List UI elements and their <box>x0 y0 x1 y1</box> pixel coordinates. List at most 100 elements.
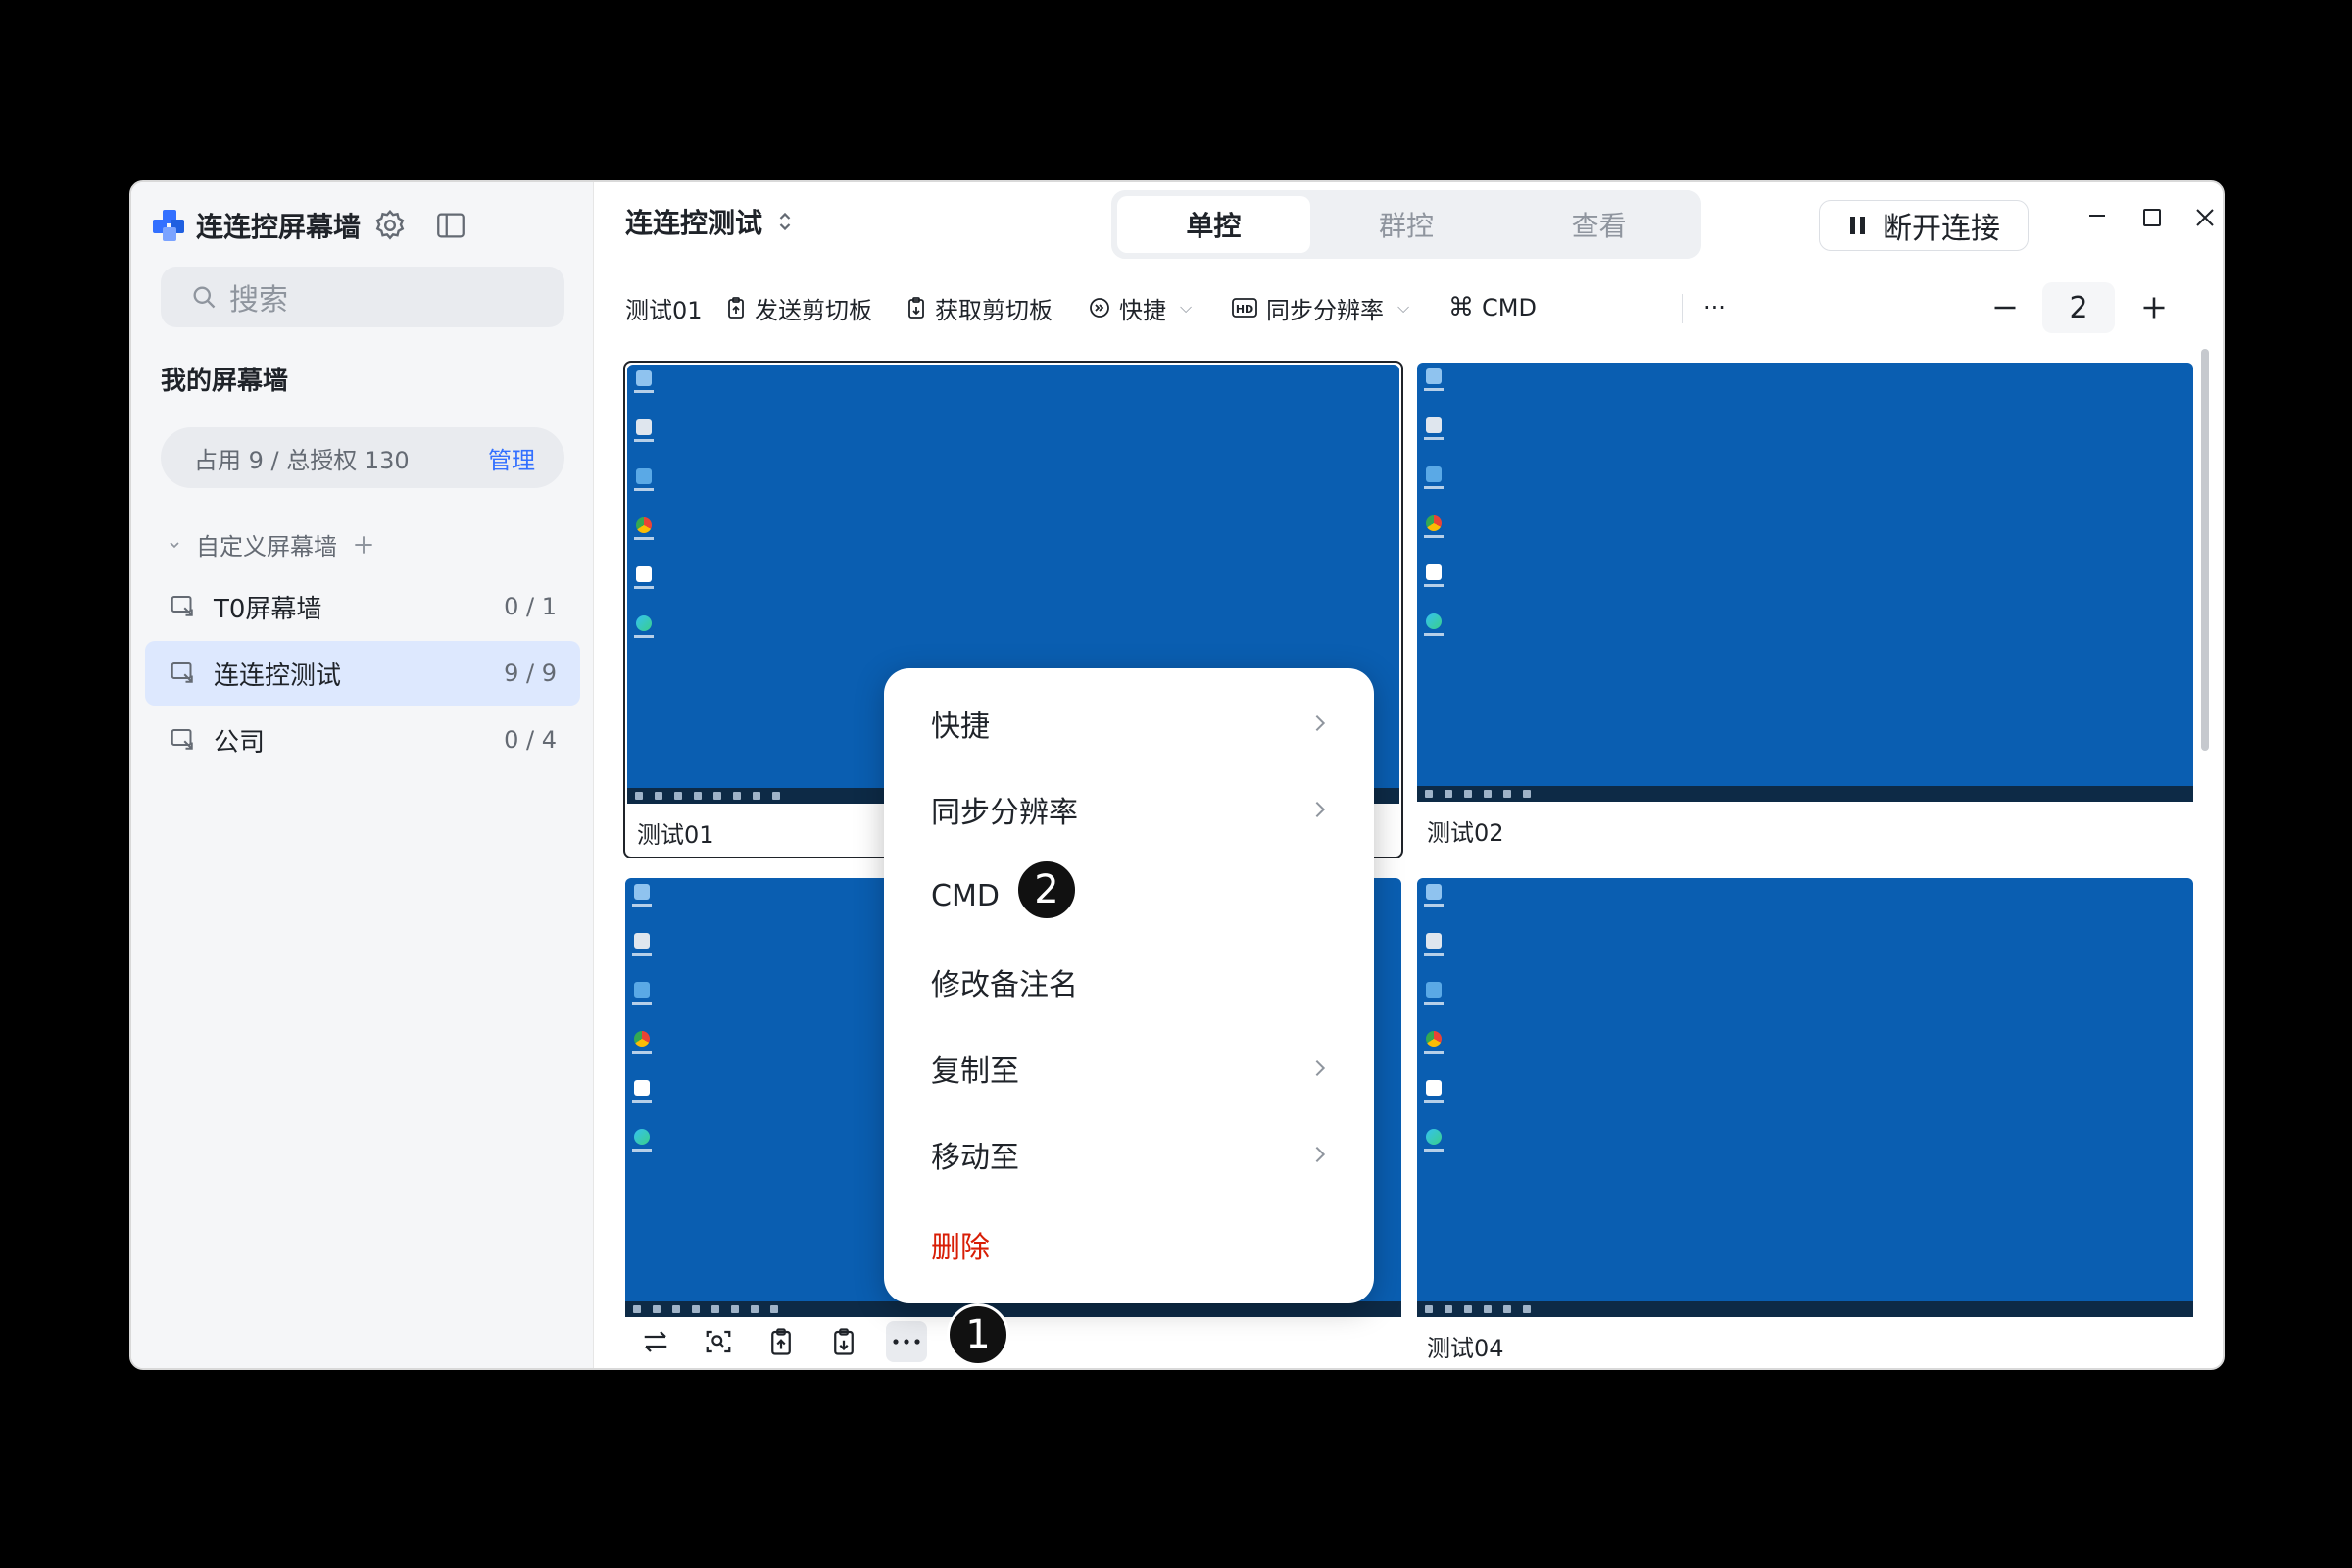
cmd-label: CMD <box>1482 294 1537 321</box>
computer-icon <box>1423 368 1445 396</box>
custom-wall-group[interactable]: 自定义屏幕墙 <box>167 527 376 562</box>
step-badge-1: 1 <box>947 1303 1009 1366</box>
app-icon <box>1423 564 1445 592</box>
chevron-right-icon <box>1315 1146 1326 1163</box>
card-more-button[interactable] <box>886 1321 927 1362</box>
remote-desktop-preview[interactable] <box>1417 363 2193 802</box>
brand: 连连控屏幕墙 <box>153 204 361 247</box>
clipboard-download-icon <box>834 1328 854 1355</box>
taskbar <box>1417 1301 2193 1317</box>
menu-item-copy-to[interactable]: 复制至 <box>884 1033 1374 1103</box>
computer-icon <box>633 370 655 398</box>
switch-arrows-icon <box>644 1331 667 1352</box>
get-clipboard-card-button[interactable] <box>823 1321 864 1362</box>
chrome-icon <box>1423 515 1445 543</box>
screen-label: 测试04 <box>1427 1335 1504 1362</box>
menu-item-rename[interactable]: 修改备注名 <box>884 947 1374 1017</box>
menu-item-sync-resolution[interactable]: 同步分辨率 <box>884 774 1374 845</box>
chrome-icon <box>631 1031 653 1058</box>
chevron-right-icon <box>1315 801 1326 818</box>
app-icon <box>633 566 655 594</box>
manage-link[interactable]: 管理 <box>488 441 535 475</box>
desktop-icons <box>631 884 653 1156</box>
menu-item-move-to[interactable]: 移动至 <box>884 1119 1374 1190</box>
screen-grid: 测试01 测试02 测试04 <box>623 361 2207 1368</box>
sort-updown-icon <box>779 212 791 231</box>
menu-label: 快捷 <box>931 710 990 744</box>
recycle-bin-icon <box>631 933 653 960</box>
tab-view[interactable]: 查看 <box>1502 196 1695 253</box>
chevron-down-icon <box>170 541 179 548</box>
search-icon <box>193 286 216 309</box>
brand-title: 连连控屏幕墙 <box>196 211 362 243</box>
group-label: 自定义屏幕墙 <box>196 533 337 561</box>
more-button[interactable]: ··· <box>1703 288 1726 327</box>
edge-icon <box>631 1129 653 1156</box>
tab-group-control[interactable]: 群控 <box>1310 196 1503 253</box>
tab-single-control[interactable]: 单控 <box>1117 196 1310 253</box>
switch-button[interactable] <box>635 1321 676 1362</box>
maximize-icon[interactable] <box>2129 194 2176 241</box>
desktop-icons <box>633 370 655 643</box>
screen-card[interactable]: 测试02 <box>1415 361 2195 858</box>
cmd-button[interactable]: ⌘ CMD <box>1448 288 1537 327</box>
main-panel: 连连控测试 单控 群控 查看 断开连接 测试01 发送剪切板 获取剪切板 快捷 … <box>594 182 2223 1368</box>
sync-resolution-label: 同步分辨率 <box>1266 296 1384 324</box>
send-clipboard-label: 发送剪切板 <box>755 296 872 324</box>
zoom-value[interactable]: 2 <box>2042 282 2115 333</box>
send-clipboard-card-button[interactable] <box>760 1321 802 1362</box>
wall-selector[interactable]: 连连控测试 <box>625 202 794 241</box>
sidebar-toggle-icon[interactable] <box>431 206 470 245</box>
get-clipboard-button[interactable]: 获取剪切板 <box>906 288 1053 327</box>
menu-label: CMD <box>931 878 1000 913</box>
chevron-right-icon <box>1315 1059 1326 1077</box>
menu-item-shortcut[interactable]: 快捷 <box>884 688 1374 759</box>
taskbar <box>625 1301 1401 1317</box>
svg-text:HD: HD <box>1236 303 1253 316</box>
wall-item-lianliankong-test[interactable]: 连连控测试 9 / 9 <box>145 641 580 706</box>
disconnect-button[interactable]: 断开连接 <box>1819 200 2029 251</box>
wall-item-company[interactable]: 公司 0 / 4 <box>145 708 580 772</box>
chrome-icon <box>633 517 655 545</box>
minimize-icon[interactable] <box>2074 194 2121 241</box>
sync-resolution-dropdown[interactable]: HD 同步分辨率 ⌵ <box>1231 288 1409 327</box>
screenshot-button[interactable] <box>698 1321 739 1362</box>
scan-search-icon <box>706 1330 731 1353</box>
menu-item-cmd[interactable]: CMD <box>884 860 1374 931</box>
wall-name: T0屏幕墙 <box>214 594 322 624</box>
clipboard-upload-icon <box>771 1328 791 1355</box>
toolbar-divider <box>1682 294 1683 323</box>
pause-icon <box>1850 217 1865 234</box>
chevron-right-icon <box>1315 714 1326 732</box>
remote-desktop-preview[interactable] <box>1417 878 2193 1317</box>
section-title: 我的屏幕墙 <box>161 367 289 396</box>
add-icon[interactable] <box>351 532 376 558</box>
wall-item-t0[interactable]: T0屏幕墙 0 / 1 <box>145 574 580 639</box>
search-input[interactable]: 搜索 <box>161 267 564 327</box>
quota-text: 占用 9 / 总授权 130 <box>194 446 410 474</box>
edge-icon <box>1423 1129 1445 1156</box>
gear-icon[interactable] <box>370 206 410 245</box>
wall-count: 0 / 4 <box>504 726 557 754</box>
wall-name: 公司 <box>214 727 266 758</box>
context-menu: 快捷 同步分辨率 CMD 修改备注名 复制至 移动至 删除 <box>884 668 1374 1303</box>
screen-card[interactable]: 测试04 <box>1415 876 2195 1368</box>
menu-label: 同步分辨率 <box>931 796 1078 830</box>
more-dots-icon <box>893 1339 920 1345</box>
device-name: 测试01 <box>625 296 703 324</box>
close-icon[interactable] <box>2181 194 2223 241</box>
computer-icon <box>631 884 653 911</box>
wall-title: 连连控测试 <box>625 207 763 239</box>
toolbar: 测试01 发送剪切板 获取剪切板 快捷 ⌵ HD 同步分辨率 ⌵ ⌘ CMD ·… <box>594 267 2223 349</box>
step-badge-2: 2 <box>1015 858 1078 921</box>
send-clipboard-button[interactable]: 发送剪切板 <box>725 288 872 327</box>
app-icon <box>631 1080 653 1107</box>
computer-icon <box>1423 884 1445 911</box>
taskbar <box>1417 786 2193 802</box>
zoom-in-button[interactable] <box>2132 286 2176 329</box>
menu-item-delete[interactable]: 删除 <box>884 1209 1374 1280</box>
zoom-out-button[interactable] <box>1984 286 2027 329</box>
shortcut-dropdown[interactable]: 快捷 ⌵ <box>1088 288 1192 327</box>
edge-icon <box>1423 613 1445 641</box>
chrome-icon <box>1423 1031 1445 1058</box>
